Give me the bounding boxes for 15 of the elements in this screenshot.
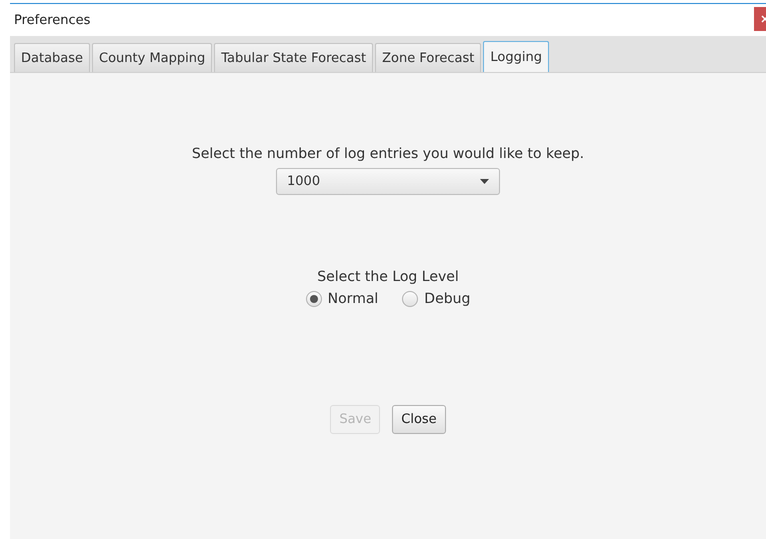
- dropdown-caret-icon: [480, 179, 489, 184]
- radio-label: Normal: [328, 291, 378, 307]
- log-entries-dropdown[interactable]: 1000: [276, 168, 500, 195]
- radio-button[interactable]: [402, 291, 418, 307]
- radio-label: Debug: [424, 291, 470, 307]
- tab[interactable]: County Mapping: [92, 43, 212, 72]
- dialog-button[interactable]: Close: [392, 405, 446, 434]
- tab[interactable]: Database: [14, 43, 90, 72]
- radio-button[interactable]: [306, 291, 322, 307]
- log-level-prompt: Select the Log Level: [317, 269, 459, 285]
- tab[interactable]: Logging: [483, 41, 549, 72]
- tab[interactable]: Tabular State Forecast: [214, 43, 374, 72]
- tab[interactable]: Zone Forecast: [375, 43, 482, 72]
- log-entries-prompt: Select the number of log entries you would like to keep.: [192, 146, 584, 162]
- window-title: Preferences: [13, 12, 90, 28]
